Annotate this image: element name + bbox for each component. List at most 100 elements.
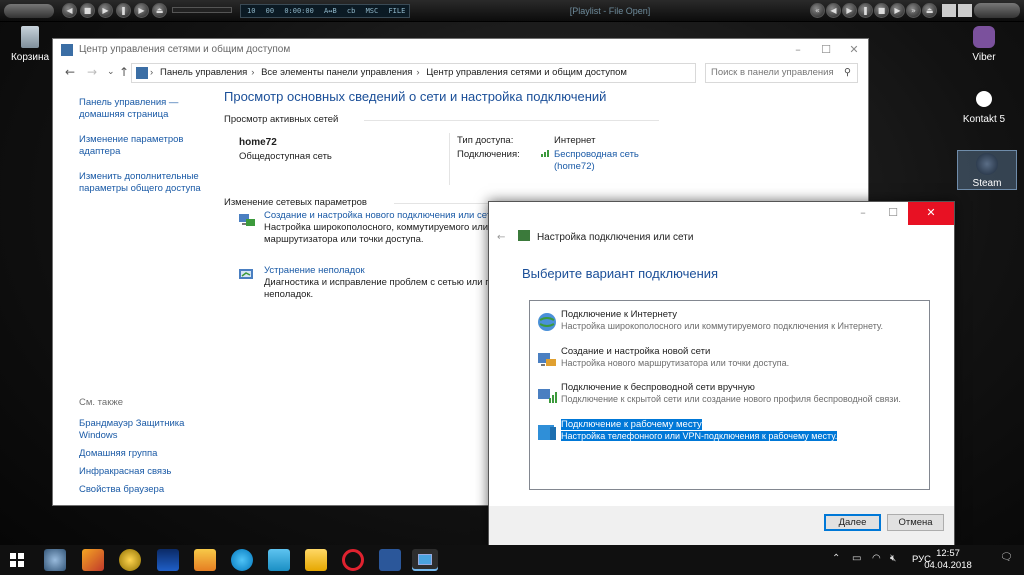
- taskbar-app-3-icon[interactable]: [119, 549, 141, 571]
- player-maximize-icon[interactable]: [958, 4, 972, 17]
- recycle-bin-icon: [21, 26, 39, 48]
- search-placeholder: Поиск в панели управления: [711, 67, 834, 78]
- taskbar-opera-icon[interactable]: [342, 549, 364, 571]
- desktop-icon-viber[interactable]: Viber: [954, 26, 1014, 63]
- player-pause-icon[interactable]: ❚: [858, 3, 873, 18]
- taskbar-network-center-icon[interactable]: [412, 549, 438, 571]
- network-type[interactable]: Общедоступная сеть: [239, 151, 332, 162]
- taskbar-app-1-icon[interactable]: [44, 549, 66, 571]
- tray-expand-icon[interactable]: ⌃: [832, 553, 840, 564]
- maximize-button[interactable]: ☐: [812, 39, 840, 62]
- eject-icon[interactable]: ⏏: [152, 3, 167, 18]
- taskbar-ccleaner-icon[interactable]: [231, 549, 253, 571]
- option-internet[interactable]: Подключение к Интернету Настройка широко…: [534, 309, 924, 339]
- link-homegroup[interactable]: Домашняя группа: [79, 448, 209, 460]
- connections-label: Подключения:: [457, 149, 520, 160]
- player-logo: [4, 4, 54, 18]
- player-eject-icon[interactable]: ⏏: [922, 3, 937, 18]
- left-pane: Панель управления — домашняя страница Из…: [79, 97, 209, 208]
- connection-options-list: Подключение к Интернету Настройка широко…: [529, 300, 930, 490]
- recent-dropdown-icon[interactable]: ⌄: [107, 67, 115, 77]
- window-titlebar[interactable]: Центр управления сетями и общим доступом…: [53, 39, 868, 62]
- prev-icon[interactable]: ◀: [62, 3, 77, 18]
- link-browser-properties[interactable]: Свойства браузера: [79, 484, 209, 496]
- page-title: Просмотр основных сведений о сети и наст…: [224, 89, 607, 104]
- connection-link-ssid[interactable]: (home72): [554, 161, 595, 172]
- taskbar-app-2-icon[interactable]: [82, 549, 104, 571]
- option-wireless-manual[interactable]: Подключение к беспроводной сети вручную …: [534, 382, 924, 412]
- access-type-value: Интернет: [554, 135, 596, 146]
- dialog-back-icon[interactable]: ←: [497, 232, 505, 243]
- search-icon[interactable]: ⚲: [844, 64, 851, 82]
- search-input[interactable]: Поиск в панели управления ⚲: [705, 63, 858, 83]
- system-tray: ⌃ ▭ ◠ 🔇︎ РУС 12:57 04.04.2018 🗨︎: [824, 545, 1024, 575]
- clock[interactable]: 12:57 04.04.2018: [918, 548, 978, 572]
- next-button[interactable]: Далее: [824, 514, 881, 531]
- player-next-icon[interactable]: ▶: [890, 3, 905, 18]
- breadcrumb-network-center[interactable]: Центр управления сетями и общим доступом: [426, 67, 627, 78]
- battery-icon[interactable]: ▭: [852, 553, 861, 564]
- link-control-panel-home[interactable]: Панель управления — домашняя страница: [79, 97, 209, 121]
- taskbar-explorer-icon[interactable]: [305, 549, 327, 571]
- option-new-network[interactable]: Создание и настройка новой сети Настройк…: [534, 346, 924, 376]
- dialog-titlebar[interactable]: – ☐ ✕: [489, 202, 954, 226]
- desktop-icon-kontakt[interactable]: Kontakt 5: [954, 88, 1014, 125]
- taskbar-word-icon[interactable]: [379, 549, 401, 571]
- stop-icon[interactable]: ■: [80, 3, 95, 18]
- active-networks-section: Просмотр активных сетей: [224, 114, 864, 125]
- option-desc: Настройка нового маршрутизатора или точк…: [561, 358, 790, 368]
- link-firewall[interactable]: Брандмауэр Защитника Windows: [79, 418, 209, 442]
- player-play-icon[interactable]: ▶: [842, 3, 857, 18]
- active-networks-label: Просмотр активных сетей: [224, 114, 339, 125]
- player-stop-icon[interactable]: ■: [874, 3, 889, 18]
- address-bar[interactable]: › Панель управления › Все элементы панели…: [131, 63, 696, 83]
- network-name: home72: [239, 137, 277, 148]
- control-panel-icon: [136, 67, 148, 79]
- taskbar: ⌃ ▭ ◠ 🔇︎ РУС 12:57 04.04.2018 🗨︎: [0, 545, 1024, 575]
- minimize-button[interactable]: –: [784, 39, 812, 62]
- player-close-icon[interactable]: [974, 3, 1020, 18]
- window-title: Центр управления сетями и общим доступом: [79, 44, 291, 55]
- viber-icon: [973, 26, 995, 48]
- back-arrow-icon[interactable]: ←: [65, 65, 75, 79]
- player-display: 10 00 0:00:00 A↔B cb MSC FILE: [240, 4, 410, 18]
- connection-link[interactable]: Беспроводная сеть: [554, 149, 639, 160]
- dialog-heading: Выберите вариант подключения: [522, 266, 719, 281]
- dialog-close-button[interactable]: ✕: [908, 202, 954, 225]
- desktop-icon-recycle-bin[interactable]: Корзина: [0, 26, 60, 63]
- next-icon[interactable]: ▶: [134, 3, 149, 18]
- volume-slider[interactable]: [172, 7, 232, 13]
- taskbar-fl-studio-icon[interactable]: [194, 549, 216, 571]
- play-icon[interactable]: ▶: [98, 3, 113, 18]
- breadcrumb-all-items[interactable]: Все элементы панели управления: [261, 67, 412, 78]
- player-minimize-icon[interactable]: [942, 4, 956, 17]
- player-prev-icon[interactable]: ◀: [826, 3, 841, 18]
- dialog-maximize-button[interactable]: ☐: [878, 202, 908, 225]
- forward-arrow-icon[interactable]: →: [87, 65, 97, 79]
- taskbar-app-7-icon[interactable]: [268, 549, 290, 571]
- wifi-icon[interactable]: ◠: [872, 553, 881, 564]
- volume-mute-icon[interactable]: 🔇︎: [890, 553, 896, 564]
- rewind-icon[interactable]: «: [810, 3, 825, 18]
- pause-icon[interactable]: ❚: [116, 3, 131, 18]
- kontakt-icon: [973, 88, 995, 110]
- taskbar-app-4-icon[interactable]: [157, 549, 179, 571]
- link-advanced-sharing[interactable]: Изменить дополнительные параметры общего…: [79, 171, 209, 195]
- see-also-header: См. также: [79, 397, 123, 408]
- option-desc: Настройка широкополосного или коммутируе…: [561, 321, 884, 331]
- close-button[interactable]: ✕: [840, 39, 868, 62]
- network-divider: [449, 133, 450, 185]
- dialog-nav: ← Настройка подключения или сети: [497, 230, 693, 243]
- link-adapter-settings[interactable]: Изменение параметров адаптера: [79, 134, 209, 158]
- up-arrow-icon[interactable]: ↑: [119, 65, 129, 79]
- option-workplace[interactable]: Подключение к рабочему месту Настройка т…: [534, 419, 924, 449]
- start-button[interactable]: [10, 553, 24, 567]
- cancel-button[interactable]: Отмена: [887, 514, 944, 531]
- breadcrumb-control-panel[interactable]: Панель управления: [160, 67, 247, 78]
- desktop-icon-steam[interactable]: Steam: [957, 150, 1017, 190]
- notifications-icon[interactable]: 🗨︎: [1000, 552, 1013, 563]
- section-divider: [364, 120, 659, 121]
- link-infrared[interactable]: Инфракрасная связь: [79, 466, 209, 478]
- dialog-minimize-button[interactable]: –: [848, 202, 878, 225]
- forward-icon[interactable]: »: [906, 3, 921, 18]
